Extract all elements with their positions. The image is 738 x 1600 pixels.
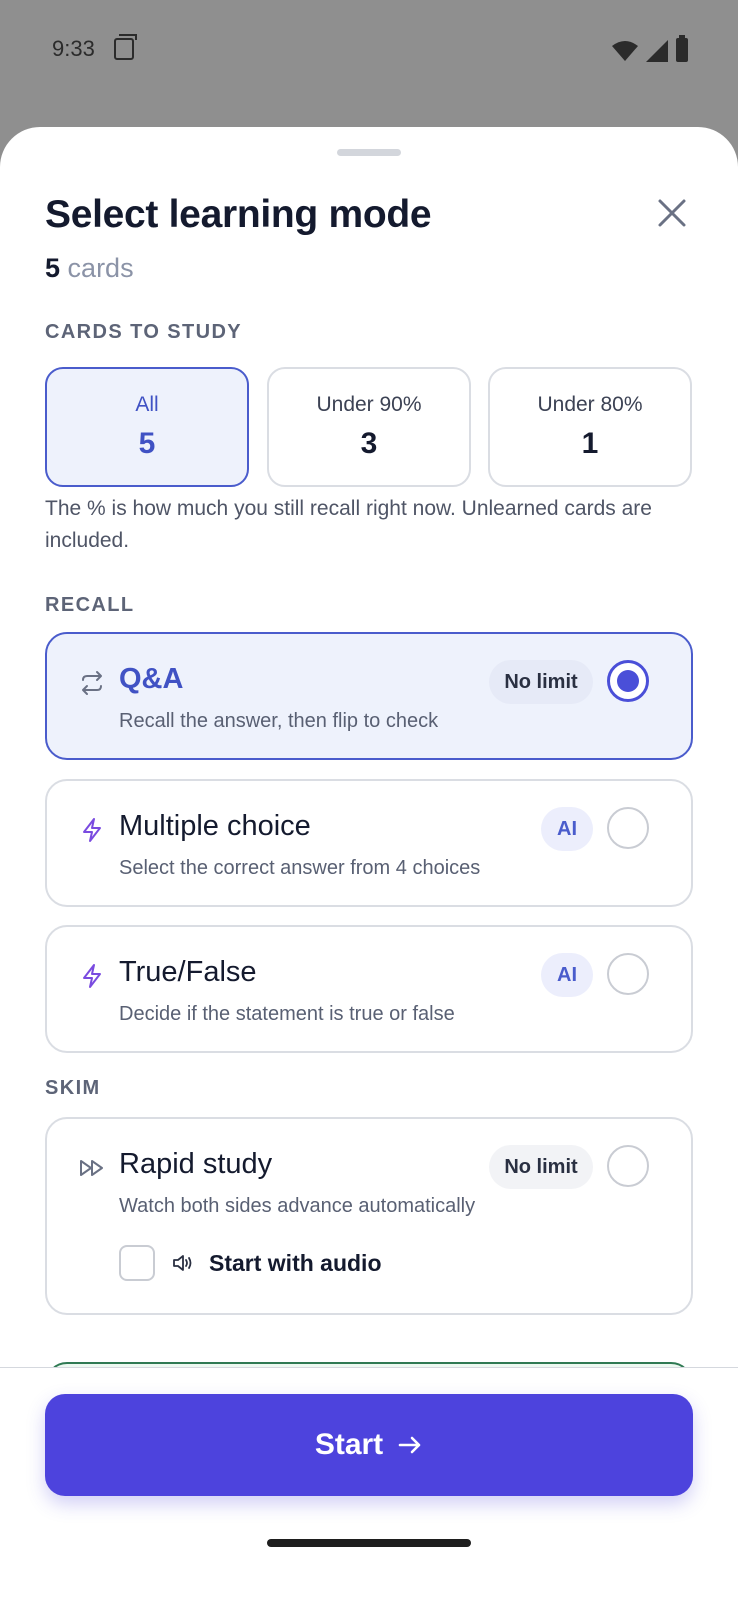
filter-all[interactable]: All 5 — [45, 367, 249, 487]
card-count-number: 5 — [45, 253, 61, 283]
filter-value: 5 — [138, 427, 156, 460]
wifi-icon — [612, 41, 638, 61]
mode-rapid-study[interactable]: Rapid study Watch both sides advance aut… — [45, 1117, 693, 1315]
home-indicator[interactable] — [267, 1539, 471, 1547]
lightning-icon — [83, 818, 101, 842]
mode-description: Watch both sides advance automatically — [119, 1195, 476, 1217]
mode-description: Select the correct answer from 4 choices — [119, 857, 481, 879]
section-recall: RECALL — [45, 594, 135, 616]
filter-value: 3 — [360, 427, 378, 460]
radio-unselected[interactable] — [607, 1145, 649, 1187]
mode-title: Q&A — [119, 663, 184, 695]
signal-icon — [646, 40, 668, 62]
status-bar: 9:33 — [0, 0, 738, 100]
ai-badge: AI — [541, 807, 593, 851]
radio-unselected[interactable] — [607, 953, 649, 995]
filter-label: Under 80% — [537, 393, 643, 416]
recall-note: The % is how much you still recall right… — [45, 497, 652, 552]
mode-description: Decide if the statement is true or false — [119, 1003, 455, 1025]
start-with-audio-label: Start with audio — [209, 1249, 382, 1276]
flip-icon — [82, 671, 102, 695]
sim-card-icon — [114, 34, 137, 60]
section-skim: SKIM — [45, 1077, 101, 1099]
fast-forward-icon — [80, 1160, 103, 1176]
close-icon[interactable] — [652, 193, 692, 233]
mode-title: Multiple choice — [119, 810, 311, 842]
card-count: 5 cards — [45, 253, 134, 284]
mode-title: True/False — [119, 956, 257, 988]
filter-value: 1 — [581, 427, 599, 460]
ai-badge: AI — [541, 953, 593, 997]
footer-bar: Start — [0, 1367, 738, 1600]
status-icons — [612, 35, 688, 62]
filter-under-80[interactable]: Under 80% 1 — [488, 367, 692, 487]
lightning-icon — [83, 964, 101, 988]
status-time: 9:33 — [52, 36, 95, 61]
sheet-title: Select learning mode — [45, 193, 432, 236]
radio-unselected[interactable] — [607, 807, 649, 849]
filter-under-90[interactable]: Under 90% 3 — [267, 367, 471, 487]
battery-icon — [676, 35, 688, 62]
no-limit-badge: No limit — [489, 1145, 593, 1189]
section-cards-to-study: CARDS TO STUDY — [45, 321, 243, 343]
arrow-right-icon — [398, 1436, 421, 1454]
drag-handle[interactable] — [337, 149, 401, 156]
mode-multiple-choice[interactable]: Multiple choice Select the correct answe… — [45, 779, 693, 907]
start-with-audio-checkbox[interactable] — [119, 1245, 155, 1281]
mode-title: Rapid study — [119, 1148, 273, 1180]
start-button-label: Start — [314, 1428, 384, 1461]
mode-qa[interactable]: Q&A Recall the answer, then flip to chec… — [45, 632, 693, 760]
learning-mode-sheet: Select learning mode 5 cards CARDS TO ST… — [0, 127, 738, 1600]
filter-label: All — [135, 393, 159, 416]
mode-true-false[interactable]: True/False Decide if the statement is tr… — [45, 925, 693, 1053]
start-button[interactable]: Start — [45, 1394, 693, 1496]
speaker-icon — [173, 1255, 192, 1271]
start-with-audio-option[interactable]: Start with audio — [119, 1243, 382, 1283]
card-count-unit: cards — [67, 253, 134, 283]
mode-description: Recall the answer, then flip to check — [119, 710, 439, 732]
filter-label: Under 90% — [316, 393, 422, 416]
no-limit-badge: No limit — [489, 660, 593, 704]
radio-selected[interactable] — [607, 660, 649, 702]
